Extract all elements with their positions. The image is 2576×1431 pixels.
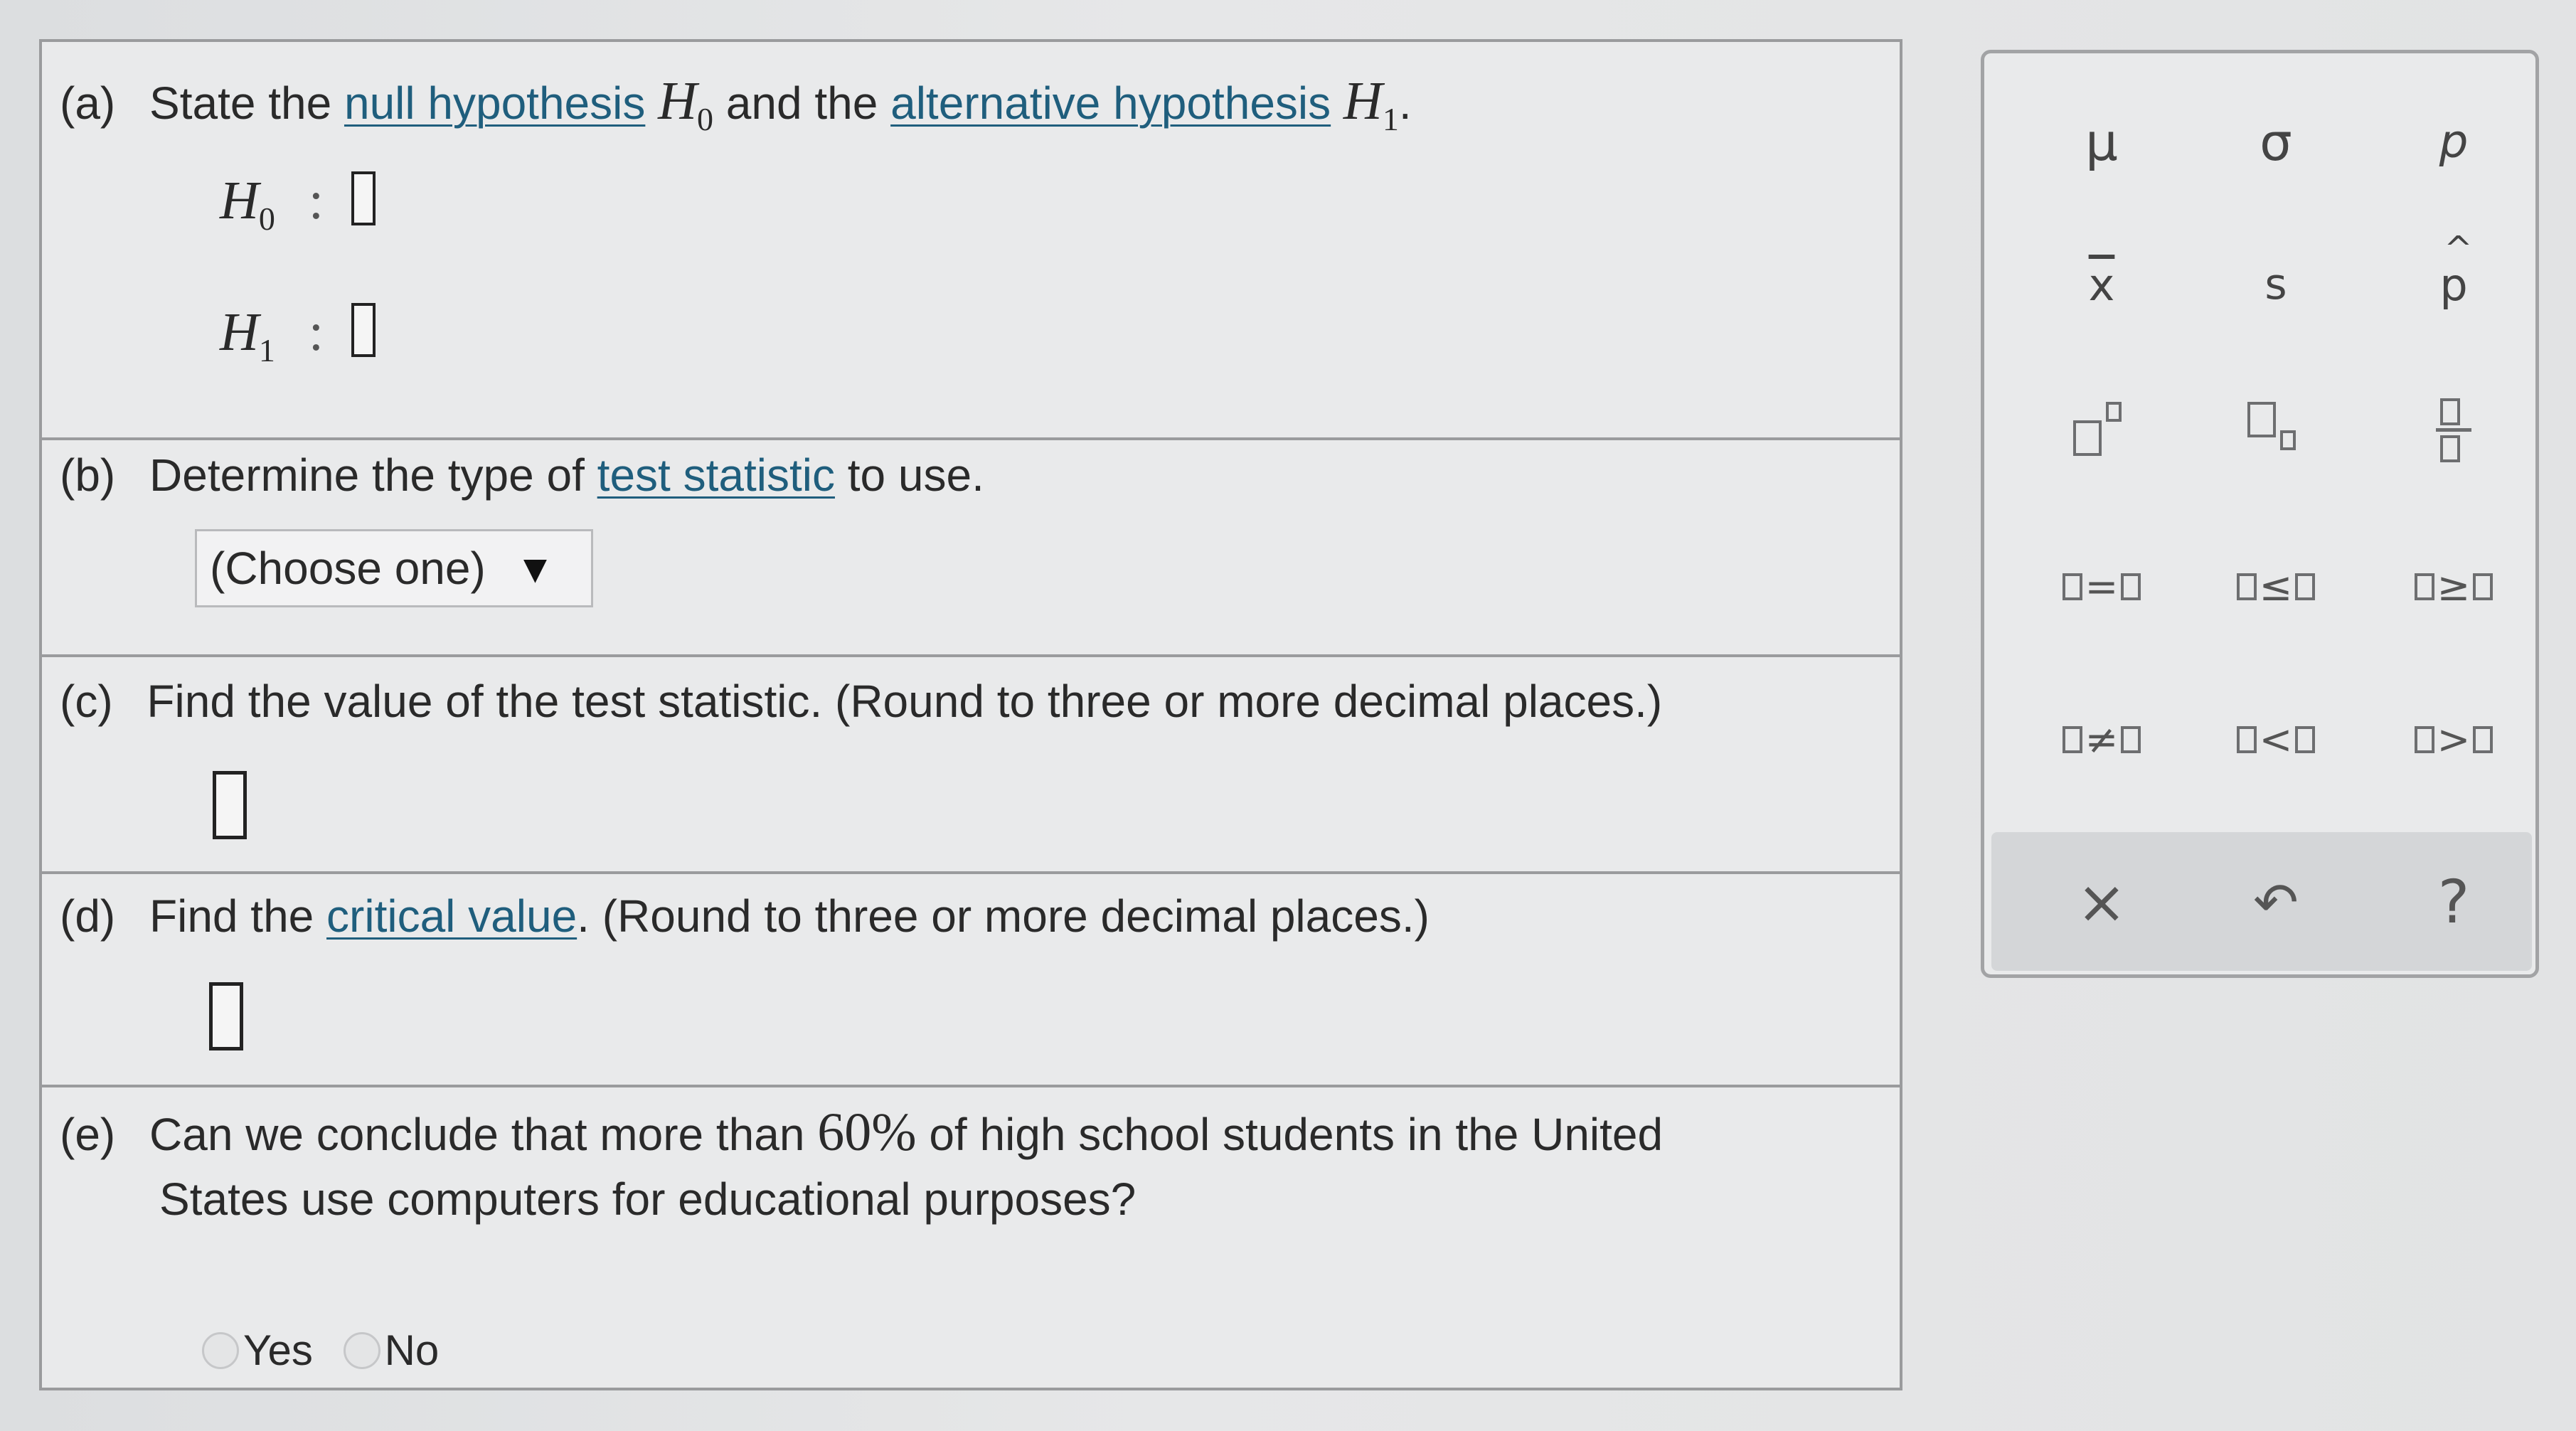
test-statistic-input[interactable] xyxy=(213,771,247,839)
equals-symbol: = xyxy=(2085,563,2119,610)
greater-equal-button[interactable]: ≥ xyxy=(2383,537,2525,637)
p-symbol: p xyxy=(2439,116,2469,169)
section-e: (e) Can we conclude that more than 60% o… xyxy=(42,1087,1900,1388)
not-equal-symbol: ≠ xyxy=(2085,716,2119,763)
no-label: No xyxy=(384,1326,440,1374)
question-a-tag: (a) xyxy=(60,78,116,129)
question-e-line-1: (e) Can we conclude that more than 60% o… xyxy=(60,1102,1663,1164)
question-a-text: State the xyxy=(149,78,332,129)
h0-row: H0 : xyxy=(220,170,376,238)
question-c-tag: (c) xyxy=(60,676,113,727)
question-d: (d) Find the critical value. (Round to t… xyxy=(60,890,1430,942)
question-b-text-2: to use. xyxy=(847,449,984,501)
question-a-text-2: and the xyxy=(725,78,878,129)
h1-label: H1 xyxy=(220,302,275,369)
h0-input[interactable] xyxy=(351,171,376,225)
dropdown-value: (Choose one) xyxy=(210,543,486,594)
superscript-button[interactable] xyxy=(2031,381,2173,480)
null-hypothesis-link[interactable]: null hypothesis xyxy=(344,78,645,129)
period: . xyxy=(1398,78,1412,129)
fraction-icon xyxy=(2436,398,2471,462)
section-b: (b) Determine the type of test statistic… xyxy=(42,440,1900,657)
h1-row: H1 : xyxy=(220,302,376,369)
yes-radio[interactable] xyxy=(202,1332,239,1369)
question-b: (b) Determine the type of test statistic… xyxy=(60,449,984,501)
question-b-text: Determine the type of xyxy=(149,449,585,501)
h1-colon: : xyxy=(308,302,324,362)
alternative-hypothesis-link[interactable]: alternative hypothesis xyxy=(890,78,1331,129)
question-d-text: Find the xyxy=(149,890,314,942)
h1-symbol: H1 xyxy=(1343,71,1399,138)
h0-label: H0 xyxy=(220,171,275,238)
question-e-text-1b: of high school students in the United xyxy=(929,1109,1664,1160)
greater-than-button[interactable]: > xyxy=(2383,690,2525,789)
question-panel: (a) State the null hypothesis H0 and the… xyxy=(39,39,1902,1390)
close-icon[interactable]: × xyxy=(2031,852,2173,952)
x-bar-button[interactable]: x xyxy=(2031,235,2173,334)
no-radio[interactable] xyxy=(343,1332,380,1369)
question-e-tag: (e) xyxy=(60,1109,116,1160)
question-c: (c) Find the value of the test statistic… xyxy=(60,675,1662,728)
subscript-icon xyxy=(2247,402,2304,459)
h0-colon: : xyxy=(308,171,324,230)
palette-toolbar: × ↶ ? xyxy=(1991,832,2532,971)
section-d: (d) Find the critical value. (Round to t… xyxy=(42,874,1900,1087)
question-d-tag: (d) xyxy=(60,890,116,942)
test-statistic-dropdown[interactable]: (Choose one) ▼ xyxy=(195,529,593,607)
s-button[interactable]: s xyxy=(2205,235,2347,334)
less-equal-symbol: ≤ xyxy=(2259,563,2293,610)
question-b-tag: (b) xyxy=(60,449,116,501)
question-e-line-2: States use computers for educational pur… xyxy=(159,1174,1137,1225)
fraction-button[interactable] xyxy=(2383,381,2525,480)
yes-label: Yes xyxy=(243,1326,313,1374)
critical-value-input[interactable] xyxy=(209,982,243,1050)
less-than-button[interactable]: < xyxy=(2205,690,2347,789)
less-equal-button[interactable]: ≤ xyxy=(2205,537,2347,637)
p-hat-symbol: ^ p xyxy=(2439,228,2473,311)
h1-input[interactable] xyxy=(351,303,376,357)
section-c: (c) Find the value of the test statistic… xyxy=(42,657,1900,874)
question-e-text-1a: Can we conclude that more than xyxy=(149,1109,805,1160)
subscript-button[interactable] xyxy=(2205,381,2347,480)
test-statistic-link[interactable]: test statistic xyxy=(597,449,835,501)
yes-option[interactable]: Yes xyxy=(202,1326,313,1374)
caret-down-icon: ▼ xyxy=(515,546,555,591)
section-a: (a) State the null hypothesis H0 and the… xyxy=(42,42,1900,440)
mu-symbol: μ xyxy=(2085,112,2118,172)
less-than-symbol: < xyxy=(2259,716,2293,763)
x-bar-symbol: x xyxy=(2088,258,2115,311)
p-hat-button[interactable]: ^ p xyxy=(2383,228,2525,334)
question-a: (a) State the null hypothesis H0 and the… xyxy=(60,70,1412,138)
math-palette: μ σ p x s ^ p = ≤ ≥ ≠ < > × ↶ ? xyxy=(1981,50,2539,978)
superscript-icon xyxy=(2073,402,2130,459)
yes-no-options: Yes No xyxy=(202,1326,439,1375)
equals-button[interactable]: = xyxy=(2031,537,2173,637)
h0-symbol: H0 xyxy=(658,71,714,138)
greater-equal-symbol: ≥ xyxy=(2437,563,2471,610)
sigma-symbol: σ xyxy=(2260,112,2292,172)
help-icon[interactable]: ? xyxy=(2383,852,2525,952)
not-equal-button[interactable]: ≠ xyxy=(2031,690,2173,789)
question-c-text: Find the value of the test statistic. (R… xyxy=(147,676,1663,727)
greater-than-symbol: > xyxy=(2437,716,2471,763)
undo-icon[interactable]: ↶ xyxy=(2205,852,2347,952)
question-d-text-2: . (Round to three or more decimal places… xyxy=(577,890,1430,942)
no-option[interactable]: No xyxy=(343,1326,440,1374)
sigma-button[interactable]: σ xyxy=(2205,92,2347,192)
p-button[interactable]: p xyxy=(2383,92,2525,192)
s-symbol: s xyxy=(2264,260,2287,309)
percent-value: 60% xyxy=(817,1102,917,1162)
mu-button[interactable]: μ xyxy=(2031,92,2173,192)
critical-value-link[interactable]: critical value xyxy=(326,890,577,942)
